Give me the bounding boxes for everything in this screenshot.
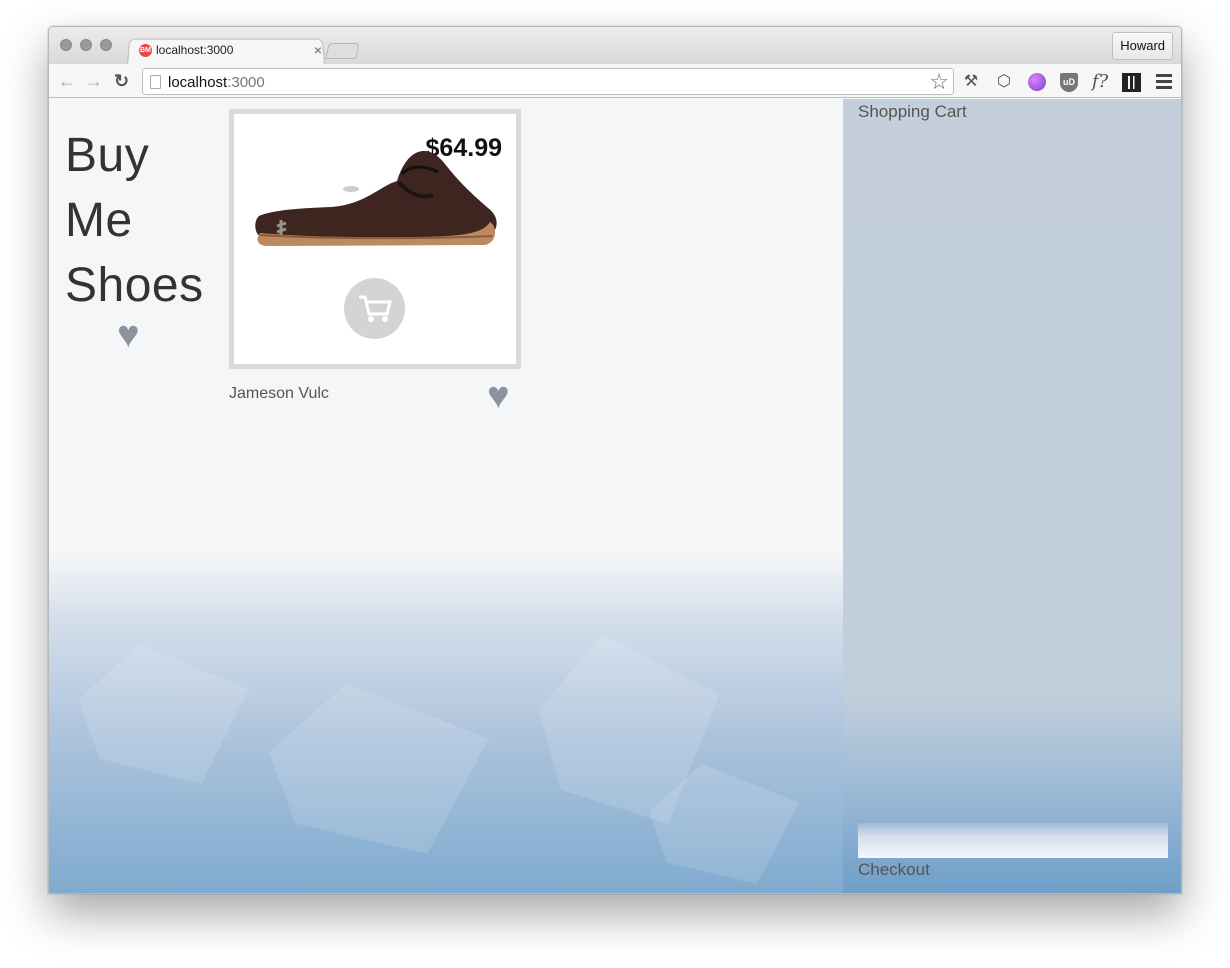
background-facet (269, 684, 489, 854)
heart-icon: ♥ (117, 314, 140, 356)
url-port: :3000 (227, 74, 265, 91)
qr-code-icon[interactable] (1122, 73, 1141, 92)
pocket-icon[interactable]: ⬡ (993, 72, 1015, 92)
polygon-background (49, 554, 843, 893)
add-to-cart-button[interactable] (344, 278, 405, 339)
browser-window: BM localhost:3000 × Howard ← → ↻ localho… (48, 26, 1182, 894)
site-brand-title: Buy Me Shoes (65, 123, 204, 318)
product-card[interactable]: $64.99 (229, 109, 521, 369)
bookmark-star-icon[interactable]: ☆ (929, 69, 949, 94)
page-icon (150, 75, 161, 89)
favorite-heart-icon[interactable]: ♥ (487, 377, 510, 415)
back-icon[interactable]: ← (58, 72, 76, 90)
browser-titlebar: BM localhost:3000 × Howard (49, 27, 1181, 65)
menu-icon[interactable] (1156, 74, 1172, 89)
zoom-window-icon[interactable] (100, 39, 112, 51)
shopping-cart-title: Shopping Cart (858, 102, 967, 121)
tab-close-icon[interactable]: × (314, 42, 322, 58)
background-facet (79, 644, 249, 784)
browser-toolbar: ← → ↻ localhost:3000 ☆ ⚒ ⬡ uD f? (49, 64, 1181, 98)
checkout-button[interactable]: Checkout (858, 860, 930, 880)
close-window-icon[interactable] (60, 39, 72, 51)
url-host: localhost (168, 74, 228, 91)
wrench-icon[interactable]: ⚒ (960, 72, 982, 92)
site-favicon-icon: BM (139, 44, 152, 57)
address-url[interactable]: localhost:3000 (168, 74, 265, 91)
reload-icon[interactable]: ↻ (114, 72, 129, 90)
minimize-window-icon[interactable] (80, 39, 92, 51)
profile-button[interactable]: Howard (1112, 32, 1173, 60)
ublock-icon[interactable]: uD (1060, 73, 1078, 92)
shopping-cart-panel: Shopping Cart Checkout (843, 99, 1181, 893)
brand-line-me: Me (65, 194, 133, 247)
new-tab-button[interactable] (325, 43, 360, 59)
cart-icon (359, 295, 392, 322)
address-bar[interactable]: localhost:3000 ☆ (142, 68, 954, 95)
brand-line-shoes: Shoes (65, 259, 204, 312)
brand-line-buy: Buy (65, 129, 150, 182)
globe-extension-icon[interactable] (1028, 73, 1046, 91)
product-name: Jameson Vulc (229, 385, 329, 402)
tab-title[interactable]: localhost:3000 (156, 43, 233, 57)
checkout-bar (858, 823, 1168, 858)
shoe-image[interactable] (252, 134, 502, 249)
font-question-icon[interactable]: f? (1089, 72, 1111, 92)
page-viewport: Buy Me Shoes ♥ $64.99 Jameson Vulc ♥ Sho… (49, 99, 1181, 893)
forward-icon[interactable]: → (85, 72, 103, 90)
tab-content: BM localhost:3000 × (137, 42, 322, 63)
